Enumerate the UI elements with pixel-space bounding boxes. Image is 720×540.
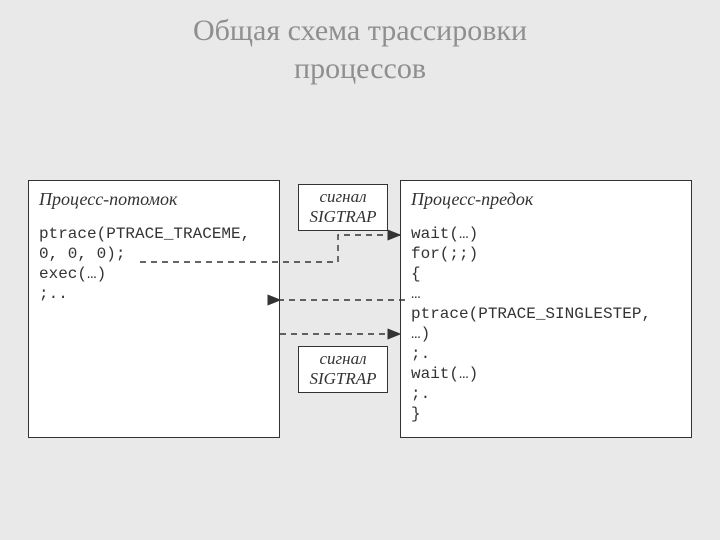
- signal-label-top-line2: SIGTRAP: [309, 207, 376, 226]
- diagram-stage: Общая схема трассировки процессов Процес…: [0, 0, 720, 540]
- box-parent-title: Процесс-предок: [411, 189, 681, 210]
- signal-label-bottom: сигнал SIGTRAP: [298, 346, 388, 393]
- signal-label-bottom-line2: SIGTRAP: [309, 369, 376, 388]
- signal-label-top-line1: сигнал: [319, 187, 366, 206]
- title-line-1: Общая схема трассировки: [193, 14, 527, 47]
- box-child-process: Процесс-потомок ptrace(PTRACE_TRACEME, 0…: [28, 180, 280, 438]
- box-parent-process: Процесс-предок wait(…) for(;;) { … ptrac…: [400, 180, 692, 438]
- box-child-code: ptrace(PTRACE_TRACEME, 0, 0, 0); exec(…)…: [39, 224, 269, 304]
- box-child-title: Процесс-потомок: [39, 189, 269, 210]
- signal-label-top: сигнал SIGTRAP: [298, 184, 388, 231]
- signal-label-bottom-line1: сигнал: [319, 349, 366, 368]
- title-line-2: процессов: [294, 52, 426, 85]
- diagram-title: Общая схема трассировки процессов: [0, 12, 720, 87]
- box-parent-code: wait(…) for(;;) { … ptrace(PTRACE_SINGLE…: [411, 224, 681, 424]
